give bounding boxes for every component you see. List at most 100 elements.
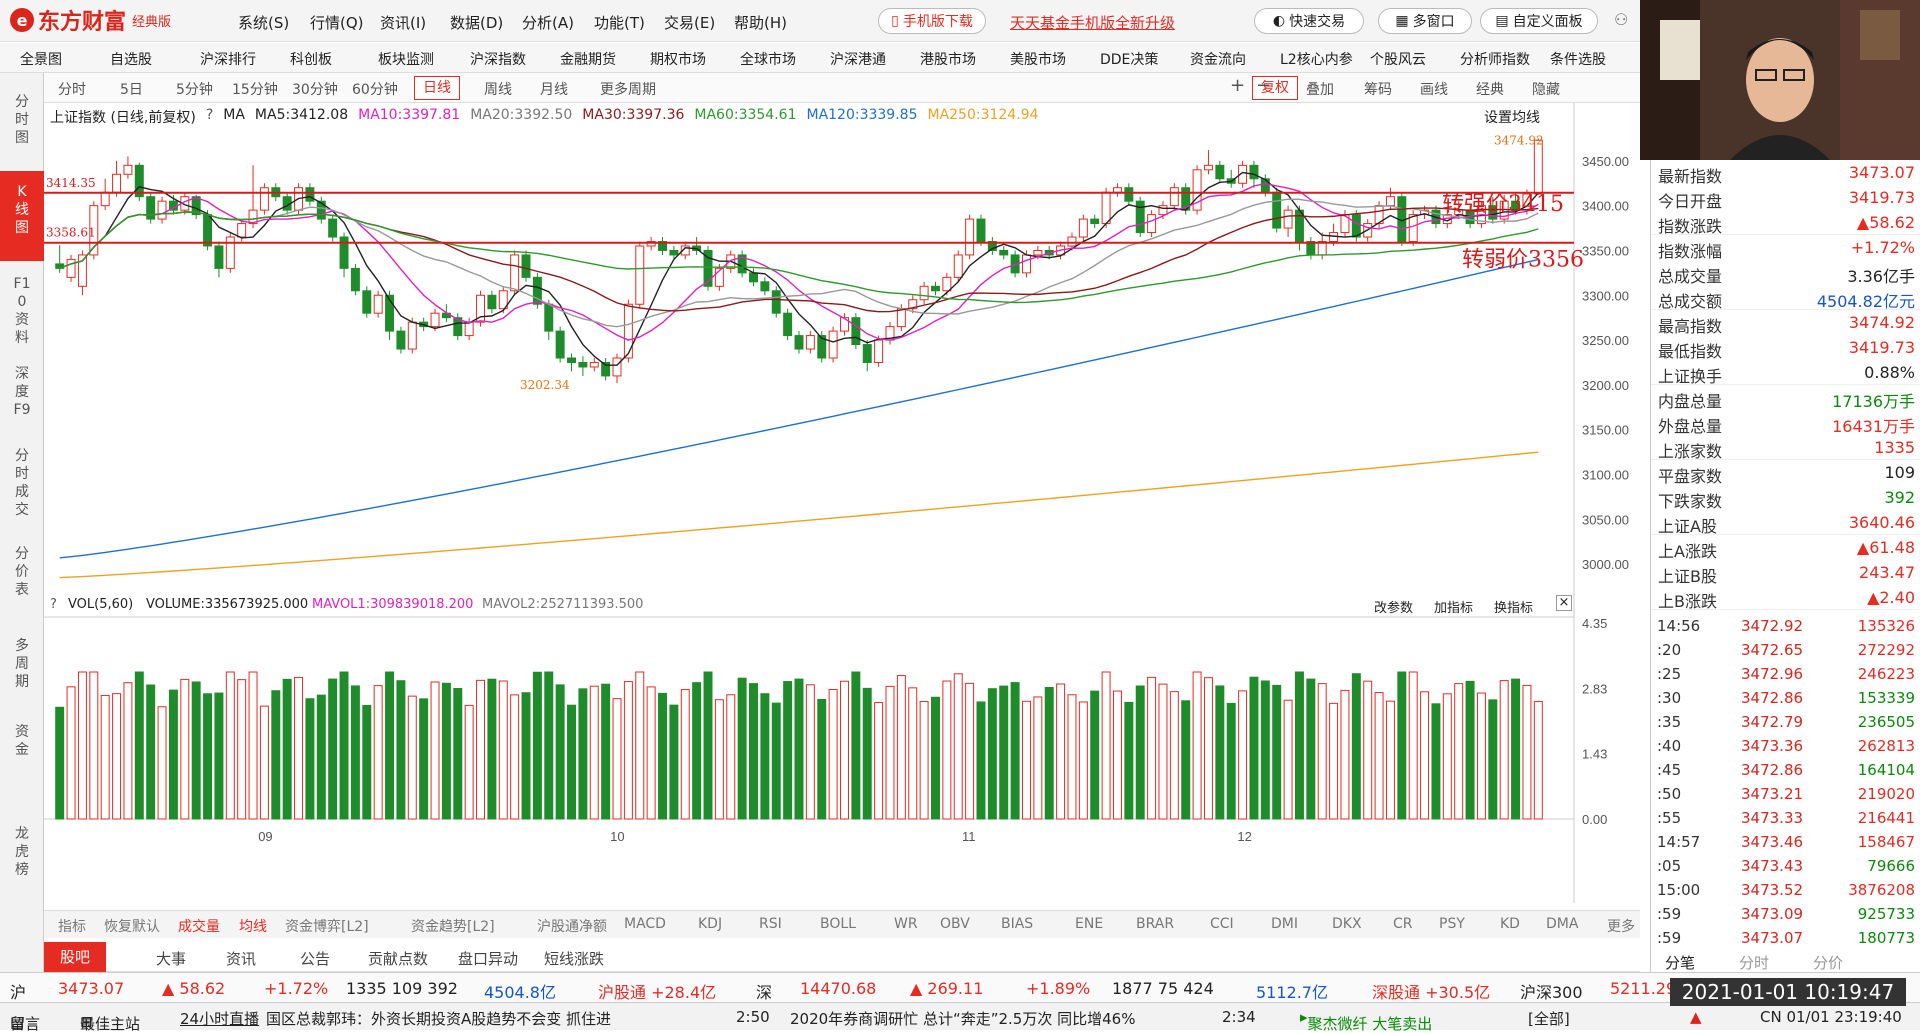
panel-tab-1[interactable]: 分时: [1739, 952, 1769, 973]
indicator-0[interactable]: 指标: [58, 916, 86, 936]
period-0[interactable]: 分时: [58, 79, 86, 99]
indicator-13[interactable]: BIAS: [1001, 916, 1033, 932]
nav-item-9[interactable]: 沪深港通: [830, 49, 886, 69]
bell-icon[interactable]: ▲: [1690, 1008, 1702, 1026]
indicator-21[interactable]: KD: [1500, 916, 1520, 932]
period-1[interactable]: 5日: [120, 79, 143, 99]
indicator-5[interactable]: 资金趋势[L2]: [411, 916, 495, 936]
period-5[interactable]: 60分钟: [352, 79, 398, 99]
period-2[interactable]: 5分钟: [176, 79, 213, 99]
zoom-in-icon[interactable]: +: [1230, 75, 1245, 96]
news-tab-3[interactable]: 公告: [300, 948, 330, 969]
left-tab-7[interactable]: 资金: [0, 711, 44, 811]
indicator-11[interactable]: WR: [894, 916, 918, 932]
news-item-2[interactable]: 2020年券商调研忙 总计“奔走”2.5万次 同比增46%: [790, 1008, 1135, 1029]
live-link[interactable]: 24小时直播: [180, 1008, 259, 1029]
period-9[interactable]: 更多周期: [600, 79, 656, 99]
menu-item-6[interactable]: 交易(E): [664, 12, 715, 33]
indicator-16[interactable]: CCI: [1210, 916, 1234, 932]
menu-item-4[interactable]: 分析(A): [522, 12, 574, 33]
period-4[interactable]: 30分钟: [292, 79, 338, 99]
menu-item-5[interactable]: 功能(T): [594, 12, 645, 33]
nav-item-16[interactable]: 分析师指数: [1460, 49, 1530, 69]
menu-item-2[interactable]: 资讯(I): [380, 12, 426, 33]
indicator-17[interactable]: DMI: [1271, 916, 1298, 932]
add-indicator-button[interactable]: 加指标: [1434, 597, 1473, 616]
left-tab-4[interactable]: 分时成交: [0, 435, 44, 533]
all-news-button[interactable]: [全部]: [1528, 1008, 1570, 1029]
left-tab-8[interactable]: 龙虎榜: [0, 813, 44, 903]
indicator-15[interactable]: BRAR: [1136, 916, 1174, 932]
mobile-download-button[interactable]: ▯ 手机版下载: [878, 8, 986, 34]
nav-item-1[interactable]: 自选股: [110, 49, 152, 69]
tool-3[interactable]: 画线: [1420, 79, 1448, 99]
edit-params-button[interactable]: 改参数: [1374, 597, 1413, 616]
menu-item-3[interactable]: 数据(D): [450, 12, 503, 33]
panel-tab-0[interactable]: 分笔: [1665, 952, 1695, 973]
tool-1[interactable]: 叠加: [1306, 79, 1334, 99]
nav-item-0[interactable]: 全景图: [20, 49, 62, 69]
news-tab-0[interactable]: 股吧: [44, 942, 107, 972]
left-tab-3[interactable]: 深度F9: [0, 353, 44, 433]
left-tab-0[interactable]: 分时图: [0, 81, 44, 171]
left-tab-5[interactable]: 分价表: [0, 533, 44, 623]
news-tab-6[interactable]: 短线涨跌: [544, 948, 604, 969]
multi-window-button[interactable]: ▦ 多窗口: [1378, 8, 1472, 34]
vol-help-icon[interactable]: ?: [50, 597, 57, 612]
period-8[interactable]: 月线: [540, 79, 568, 99]
nav-item-11[interactable]: 美股市场: [1010, 49, 1066, 69]
period-3[interactable]: 15分钟: [232, 79, 278, 99]
menu-item-0[interactable]: 系统(S): [238, 12, 289, 33]
indicator-22[interactable]: DMA: [1546, 916, 1578, 932]
indicator-14[interactable]: ENE: [1075, 916, 1103, 932]
news-item-1[interactable]: 国区总裁郭玮：外资长期投资A股趋势不会变 抓住进: [266, 1008, 611, 1029]
left-tab-6[interactable]: 多周期: [0, 625, 44, 711]
quick-trade-button[interactable]: ◐ 快速交易: [1254, 8, 1364, 34]
fund-promo-link[interactable]: 天天基金手机版全新升级: [1010, 12, 1175, 33]
indicator-3[interactable]: 均线: [239, 916, 267, 936]
nav-item-6[interactable]: 金融期货: [560, 49, 616, 69]
switch-indicator-button[interactable]: 换指标: [1494, 597, 1533, 616]
indicator-9[interactable]: RSI: [759, 916, 782, 932]
nav-item-15[interactable]: 个股风云: [1370, 49, 1426, 69]
tool-4[interactable]: 经典: [1476, 79, 1504, 99]
nav-item-3[interactable]: 科创板: [290, 49, 332, 69]
menu-item-7[interactable]: 帮助(H): [734, 12, 787, 33]
nav-item-14[interactable]: L2核心内参: [1280, 49, 1353, 69]
indicator-7[interactable]: MACD: [624, 916, 666, 932]
indicator-23[interactable]: 更多: [1607, 916, 1635, 936]
period-7[interactable]: 周线: [484, 79, 512, 99]
news-tab-2[interactable]: 资讯: [226, 948, 256, 969]
panel-tab-2[interactable]: 分价: [1813, 952, 1843, 973]
indicator-6[interactable]: 沪股通净额: [537, 916, 607, 936]
nav-item-17[interactable]: 条件选股: [1550, 49, 1606, 69]
indicator-18[interactable]: DKX: [1332, 916, 1362, 932]
nav-item-5[interactable]: 沪深指数: [470, 49, 526, 69]
custom-panel-button[interactable]: ▤ 自定义面板: [1480, 8, 1598, 34]
nav-item-2[interactable]: 沪深排行: [200, 49, 256, 69]
indicator-10[interactable]: BOLL: [820, 916, 856, 932]
app-logo[interactable]: e 东方财富 经典版: [10, 6, 171, 35]
indicator-1[interactable]: 恢复默认: [104, 916, 160, 936]
nav-item-7[interactable]: 期权市场: [650, 49, 706, 69]
tool-5[interactable]: 隐藏: [1532, 79, 1560, 99]
news-tab-1[interactable]: 大事: [156, 948, 186, 969]
nav-item-8[interactable]: 全球市场: [740, 49, 796, 69]
close-icon[interactable]: ×: [1556, 595, 1572, 611]
candlestick-svg[interactable]: 3450.00 3400.00 3350.00 3300.00 3250.00 3200.…: [44, 103, 1640, 903]
nav-item-4[interactable]: 板块监测: [378, 49, 434, 69]
menu-item-1[interactable]: 行情(Q): [310, 12, 364, 33]
indicator-19[interactable]: CR: [1393, 916, 1413, 932]
indicator-8[interactable]: KDJ: [698, 916, 722, 932]
indicator-2[interactable]: 成交量: [178, 916, 220, 936]
indicator-4[interactable]: 资金博弈[L2]: [285, 916, 369, 936]
news-tab-4[interactable]: 贡献点数: [368, 948, 428, 969]
left-tab-2[interactable]: F10资料: [0, 263, 44, 353]
zoom-out-icon[interactable]: −: [1256, 75, 1271, 96]
sgt-flow[interactable]: 深股通 +30.5亿: [1372, 979, 1490, 1003]
hgt-flow[interactable]: 沪股通 +28.4亿: [598, 979, 716, 1003]
indicator-20[interactable]: PSY: [1439, 916, 1465, 932]
nav-item-10[interactable]: 港股市场: [920, 49, 976, 69]
tool-2[interactable]: 筹码: [1364, 79, 1392, 99]
news-tab-5[interactable]: 盘口异动: [458, 948, 518, 969]
